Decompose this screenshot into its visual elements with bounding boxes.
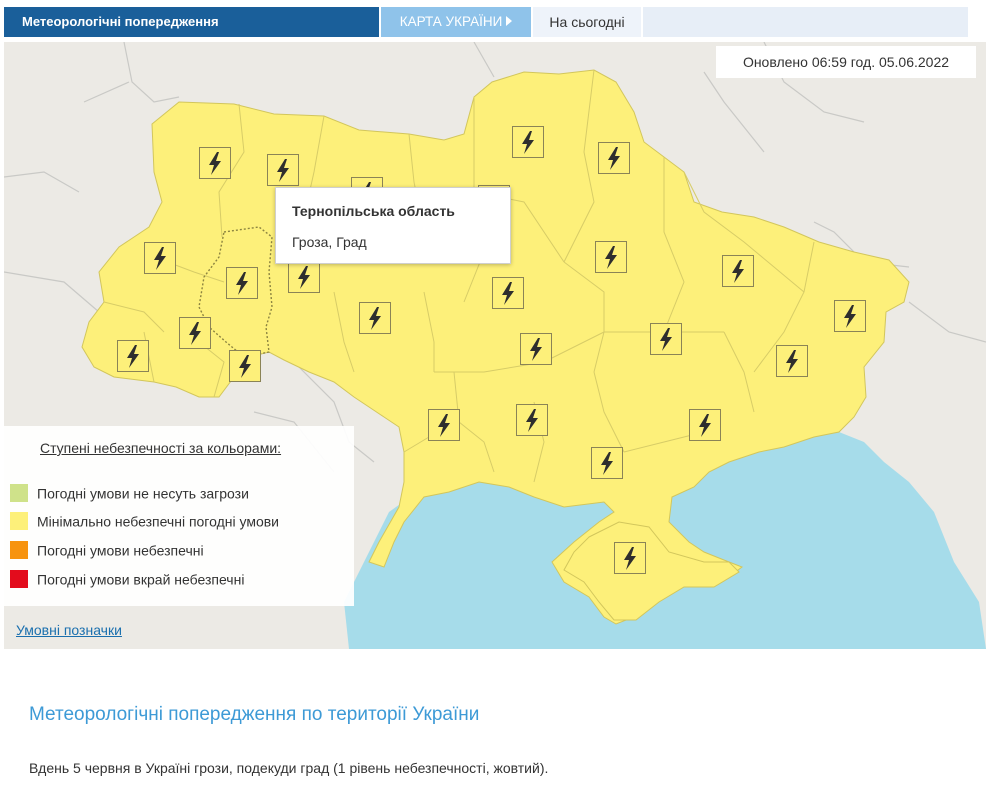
symbols-link[interactable]: Умовні позначки: [16, 622, 122, 638]
lightning-icon: [776, 345, 808, 377]
lightning-icon: [689, 409, 721, 441]
legend-swatch: [10, 541, 28, 560]
lightning-icon: [834, 300, 866, 332]
lightning-icon: [288, 261, 320, 293]
legend-title: Ступені небезпечності за кольорами:: [40, 440, 282, 456]
lightning-icon: [226, 267, 258, 299]
lightning-icon: [199, 147, 231, 179]
lightning-icon: [520, 333, 552, 365]
lightning-icon: [229, 350, 261, 382]
lightning-icon: [598, 142, 630, 174]
lightning-icon: [614, 542, 646, 574]
legend-label: Мінімально небезпечні погодні умови: [37, 513, 279, 530]
legend-label: Погодні умови не несуть загрози: [37, 485, 249, 502]
legend-label: Погодні умови вкрай небезпечні: [37, 571, 245, 588]
legend-item-extreme: Погодні умови вкрай небезпечні: [10, 570, 245, 589]
lightning-icon: [722, 255, 754, 287]
warning-description: Вдень 5 червня в Україні грози, подекуди…: [29, 760, 549, 776]
lightning-icon: [144, 242, 176, 274]
lightning-icon: [267, 154, 299, 186]
lightning-icon: [179, 317, 211, 349]
tab-bar: Метеорологічні попередження КАРТА УКРАЇН…: [4, 7, 968, 37]
tooltip-phenomena: Гроза, Град: [292, 234, 367, 250]
legend-swatch: [10, 570, 28, 589]
tab-map-ukraine[interactable]: КАРТА УКРАЇНИ: [381, 7, 531, 37]
legend-panel: Ступені небезпечності за кольорами: Пого…: [4, 426, 354, 606]
ukraine-warning-map[interactable]: Оновлено 06:59 год. 05.06.2022 Тернопіль…: [4, 42, 986, 649]
page-heading: Метеорологічні попередження по території…: [29, 704, 480, 725]
lightning-icon: [117, 340, 149, 372]
updated-timestamp: Оновлено 06:59 год. 05.06.2022: [716, 46, 976, 78]
legend-swatch: [10, 512, 28, 531]
lightning-icon: [516, 404, 548, 436]
lightning-icon: [591, 447, 623, 479]
legend-item-dangerous: Погодні умови небезпечні: [10, 541, 204, 560]
tab-meteo-warnings[interactable]: Метеорологічні попередження: [4, 7, 379, 37]
tooltip-region-name: Тернопільська область: [292, 203, 455, 219]
legend-label: Погодні умови небезпечні: [37, 542, 204, 559]
caret-right-icon: [506, 16, 513, 27]
lightning-icon: [359, 302, 391, 334]
legend-swatch: [10, 484, 28, 503]
tab-today[interactable]: На сьогодні: [531, 7, 641, 37]
legend-item-no-threat: Погодні умови не несуть загрози: [10, 484, 249, 503]
lightning-icon: [428, 409, 460, 441]
lightning-icon: [492, 277, 524, 309]
lightning-icon: [595, 241, 627, 273]
tab-map-label: КАРТА УКРАЇНИ: [399, 14, 503, 29]
legend-item-minimal: Мінімально небезпечні погодні умови: [10, 512, 279, 531]
lightning-icon: [650, 323, 682, 355]
tab-bar-filler: [643, 7, 968, 37]
region-tooltip: Тернопільська область Гроза, Град: [275, 187, 511, 264]
lightning-icon: [512, 126, 544, 158]
